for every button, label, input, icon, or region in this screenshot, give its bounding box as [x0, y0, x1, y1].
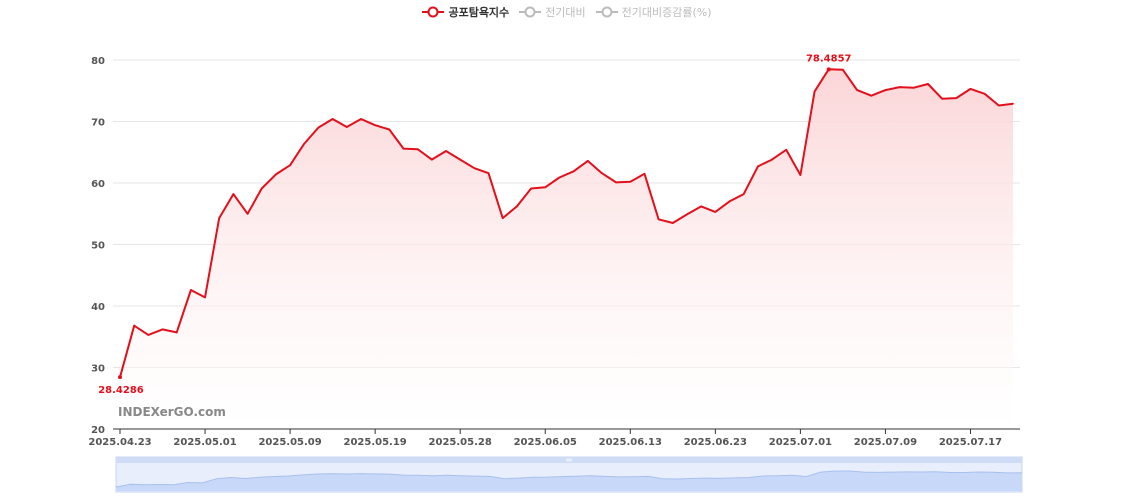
y-tick-label: 80: [91, 56, 105, 67]
data-point: [544, 186, 547, 189]
data-point: [898, 86, 901, 88]
data-point: [799, 174, 802, 176]
data-point: [686, 213, 688, 216]
x-tick-label: 2025.05.09: [258, 437, 321, 448]
annotation-marker: [118, 375, 122, 380]
y-tick-label: 30: [91, 364, 105, 375]
x-tick-label: 2025.07.17: [939, 437, 1002, 448]
x-tick-label: 2025.06.13: [599, 437, 662, 448]
data-point: [473, 167, 476, 170]
data-point: [785, 148, 788, 151]
data-point: [530, 187, 532, 190]
data-point: [728, 200, 731, 203]
data-point: [572, 170, 575, 173]
data-point: [374, 124, 376, 126]
y-tick-label: 70: [91, 118, 105, 129]
data-point: [870, 94, 873, 97]
data-point: [388, 128, 391, 131]
x-tick-label: 2025.07.01: [769, 437, 832, 448]
data-point: [969, 88, 972, 90]
data-point: [275, 173, 277, 176]
data-point: [955, 97, 958, 99]
data-point: [331, 118, 334, 120]
data-point: [714, 211, 717, 213]
data-point: [317, 126, 320, 129]
x-tick-label: 2025.06.23: [684, 437, 747, 448]
x-axis: 2025.04.23 2025.05.01 2025.05.09 2025.05.19…: [88, 429, 1002, 448]
data-point: [204, 296, 206, 299]
data-point: [884, 89, 887, 91]
data-point: [941, 97, 943, 100]
data-point: [927, 83, 929, 85]
data-point: [813, 90, 816, 93]
annotation-label: 28.4286: [98, 385, 144, 396]
data-point: [402, 147, 405, 150]
data-point: [501, 217, 504, 219]
data-zoom-slider[interactable]: [115, 456, 1023, 493]
x-tick-label: 2025.06.05: [514, 437, 577, 448]
data-point: [161, 328, 164, 331]
data-point: [586, 160, 589, 162]
watermark: INDEXerGO.com: [118, 405, 226, 419]
data-point: [983, 93, 986, 95]
x-tick-label: 2025.07.09: [854, 437, 917, 448]
data-point: [360, 118, 362, 120]
data-point: [742, 193, 745, 195]
data-point: [757, 165, 759, 168]
data-point: [912, 86, 915, 89]
data-point: [345, 126, 348, 128]
x-tick-label: 2025.05.28: [429, 437, 492, 448]
data-point: [643, 172, 646, 175]
data-point: [856, 89, 858, 91]
data-point: [260, 187, 263, 190]
data-point: [998, 104, 1000, 107]
data-point: [700, 205, 702, 208]
data-point: [459, 158, 461, 161]
y-tick-label: 50: [91, 241, 105, 252]
data-point: [558, 176, 561, 179]
data-point: [657, 218, 660, 221]
annotation-label: 78.4857: [806, 53, 852, 64]
y-tick-label: 20: [91, 425, 105, 436]
data-point: [218, 217, 221, 219]
annotation-marker: [826, 67, 831, 72]
data-point: [416, 148, 419, 150]
chart-canvas: 20 30 40 50 60 70 80 28.4286 78.4857 INDEXerGO.…: [88, 53, 1023, 493]
data-point: [175, 331, 178, 334]
data-point: [487, 172, 490, 174]
data-point: [147, 334, 150, 336]
x-tick-label: 2025.05.19: [344, 437, 407, 448]
data-point: [133, 324, 135, 327]
data-point: [771, 158, 773, 161]
y-tick-label: 40: [91, 302, 105, 313]
series-area: [120, 69, 1013, 430]
data-point: [303, 142, 306, 145]
data-point: [516, 205, 518, 208]
y-axis: 20 30 40 50 60 70 80: [91, 56, 105, 436]
data-point: [232, 193, 235, 195]
data-point: [615, 181, 617, 184]
data-point: [246, 212, 249, 215]
y-tick-label: 60: [91, 179, 105, 190]
data-point: [1012, 102, 1014, 105]
data-point: [190, 289, 192, 291]
data-point: [601, 172, 603, 174]
data-point: [445, 150, 447, 152]
data-point: [629, 180, 632, 183]
data-point: [289, 164, 291, 166]
data-point: [842, 69, 844, 71]
x-tick-label: 2025.05.01: [173, 437, 236, 448]
x-tick-label: 2025.04.23: [88, 437, 151, 448]
data-point: [431, 158, 433, 161]
data-point: [672, 222, 674, 224]
